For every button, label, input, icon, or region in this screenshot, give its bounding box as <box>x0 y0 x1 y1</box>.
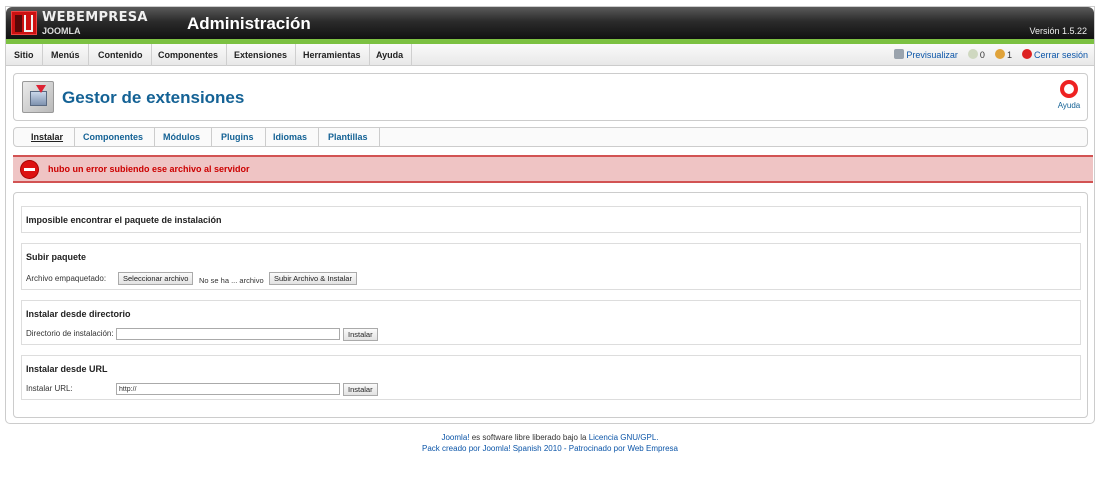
admin-frame: WEBEMPRESA JOOMLA Administración Versión… <box>5 6 1095 424</box>
menu-item-extensiones[interactable]: Extensiones <box>226 44 297 66</box>
tab-plugins[interactable]: Plugins <box>210 128 266 146</box>
tab-idiomas[interactable]: Idiomas <box>262 128 320 146</box>
directory-input[interactable] <box>116 328 340 340</box>
error-text: hubo un error subiendo ese archivo al se… <box>48 164 250 174</box>
preview-icon <box>894 49 905 59</box>
directory-label: Directorio de instalación: <box>26 329 114 338</box>
select-file-button[interactable]: Seleccionar archivo <box>118 272 194 285</box>
file-status: No se ha ... archivo <box>199 276 264 285</box>
menu-item-ayuda[interactable]: Ayuda <box>368 44 413 66</box>
error-message: hubo un error subiendo ese archivo al se… <box>13 155 1093 183</box>
help-button[interactable]: Ayuda <box>1056 80 1082 116</box>
menu-item-contenido[interactable]: Contenido <box>90 44 152 66</box>
preview-link[interactable]: Previsualizar <box>906 50 958 60</box>
tab-componentes[interactable]: Componentes <box>72 128 156 146</box>
notice-section: Imposible encontrar el paquete de instal… <box>21 206 1081 233</box>
footer-line-1: Joomla! es software libre liberado bajo … <box>0 432 1100 443</box>
main-menu: Sitio Menús Contenido Componentes Extens… <box>6 44 1094 66</box>
footer-period: . <box>656 433 659 442</box>
tab-plantillas[interactable]: Plantillas <box>317 128 380 146</box>
messages-count[interactable]: 0 <box>980 50 985 60</box>
upload-label: Archivo empaquetado: <box>26 274 107 283</box>
url-title: Instalar desde URL <box>26 364 108 374</box>
users-count[interactable]: 1 <box>1007 50 1012 60</box>
top-bar: WEBEMPRESA JOOMLA Administración Versión… <box>6 7 1094 39</box>
error-icon <box>21 161 38 178</box>
tab-modulos[interactable]: Módulos <box>152 128 212 146</box>
upload-title: Subir paquete <box>26 252 87 262</box>
status-bar: Previsualizar 0 1 Cerrar sesión <box>894 44 1088 66</box>
pack-link[interactable]: Pack creado por Joomla! Spanish 2010 <box>422 444 562 453</box>
help-label: Ayuda <box>1057 101 1081 110</box>
directory-section: Instalar desde directorio Directorio de … <box>21 300 1081 345</box>
messages-icon <box>967 49 978 59</box>
version-label: Versión 1.5.22 <box>1029 26 1087 36</box>
license-link[interactable]: Licencia GNU/GPL <box>589 433 657 442</box>
menu-item-herramientas[interactable]: Herramientas <box>295 44 370 66</box>
menu-item-componentes[interactable]: Componentes <box>150 44 228 66</box>
page-title: Gestor de extensiones <box>62 88 245 107</box>
upload-section: Subir paquete Archivo empaquetado: Selec… <box>21 243 1081 290</box>
url-install-button[interactable]: Instalar <box>343 383 378 396</box>
extension-manager-icon <box>22 81 54 113</box>
admin-title: Administración <box>187 14 311 33</box>
joomla-logo-icon <box>11 11 37 35</box>
users-icon <box>994 49 1005 59</box>
upload-install-button[interactable]: Subir Archivo & Instalar <box>269 272 357 285</box>
sponsor-link[interactable]: Patrocinado por Web Empresa <box>569 444 678 453</box>
url-input[interactable] <box>116 383 340 395</box>
menu-item-sitio[interactable]: Sitio <box>6 44 43 66</box>
footer-text: es software libre liberado bajo la <box>469 433 589 442</box>
footer-separator: - <box>561 444 569 453</box>
notice-title: Imposible encontrar el paquete de instal… <box>26 215 222 225</box>
joomla-link[interactable]: Joomla! <box>441 433 469 442</box>
brand-name: WEBEMPRESA <box>42 10 148 25</box>
submenu: Instalar Componentes Módulos Plugins Idi… <box>13 127 1088 147</box>
footer-line-2: Pack creado por Joomla! Spanish 2010 - P… <box>0 443 1100 454</box>
install-panel: Imposible encontrar el paquete de instal… <box>13 192 1088 418</box>
directory-install-button[interactable]: Instalar <box>343 328 378 341</box>
tab-instalar[interactable]: Instalar <box>20 128 76 146</box>
brand-subtitle: JOOMLA <box>42 26 81 36</box>
url-section: Instalar desde URL Instalar URL: Instala… <box>21 355 1081 400</box>
menu-item-menus[interactable]: Menús <box>43 44 89 66</box>
footer: Joomla! es software libre liberado bajo … <box>0 432 1100 454</box>
directory-title: Instalar desde directorio <box>26 309 131 319</box>
logout-link[interactable]: Cerrar sesión <box>1034 50 1088 60</box>
logout-icon <box>1021 49 1032 59</box>
page-header: Gestor de extensiones Ayuda <box>13 73 1088 121</box>
url-label: Instalar URL: <box>26 384 73 393</box>
lifebuoy-icon <box>1060 80 1078 98</box>
